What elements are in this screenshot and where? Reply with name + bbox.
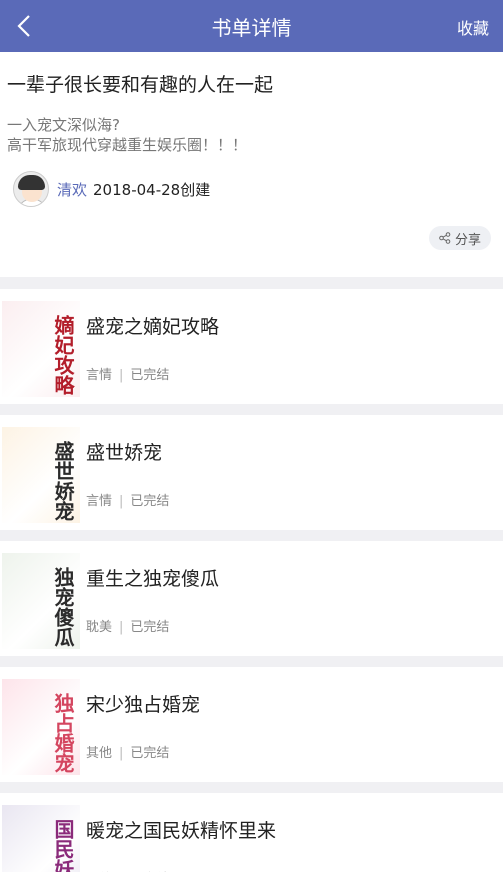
meta-divider: |	[119, 368, 124, 383]
book-cover[interactable]: 盛世娇宠	[2, 427, 80, 523]
book-title[interactable]: 盛世娇宠	[86, 438, 162, 465]
chevron-left-icon	[17, 15, 30, 37]
created-date: 2018-04-28创建	[93, 180, 211, 199]
book-meta: 其他 | 已完结	[86, 742, 169, 761]
app-header: 书单详情 收藏	[0, 0, 503, 52]
book-meta: 言情 | 已完结	[86, 364, 169, 383]
book-item[interactable]: 盛世娇宠 盛世娇宠 言情 | 已完结	[0, 415, 503, 530]
meta-divider: |	[119, 746, 124, 761]
book-status: 已完结	[130, 368, 170, 383]
creator-name[interactable]: 清欢	[57, 179, 87, 200]
book-cover[interactable]: 国民妖精	[2, 805, 80, 872]
page-title: 书单详情	[211, 15, 292, 40]
booklist-description-line-2: 高干军旅现代穿越重生娱乐圈！！！	[7, 136, 248, 154]
book-cover-title: 国民妖精	[51, 819, 75, 872]
book-meta: 言情 | 已完结	[86, 490, 169, 509]
book-cover[interactable]: 嫡妃攻略	[2, 301, 80, 397]
book-item[interactable]: 独占婚宠 宋少独占婚宠其他 | 已完结	[0, 667, 503, 782]
book-genre: 耽美	[86, 620, 113, 635]
booklist-description-line-1: 一入宠文深似海?	[7, 116, 120, 134]
book-cover-title: 嫡妃攻略	[51, 315, 75, 395]
favorite-button[interactable]: 收藏	[457, 15, 489, 39]
book-status: 已完结	[130, 620, 170, 635]
book-status: 已完结	[130, 494, 170, 509]
book-title[interactable]: 重生之独宠傻瓜	[86, 564, 219, 591]
book-item[interactable]: 嫡妃攻略 盛宠之嫡妃攻略言情 | 已完结	[0, 289, 503, 404]
book-meta: 其他|已完结	[86, 868, 169, 872]
meta-divider: |	[119, 494, 124, 509]
booklist-info: 一辈子很长要和有趣的人在一起 一入宠文深似海? 高干军旅现代穿越重生娱乐圈！！！…	[0, 52, 503, 277]
share-button[interactable]: 分享	[428, 226, 491, 250]
book-cover-title: 盛世娇宠	[51, 441, 75, 521]
creator-avatar[interactable]	[13, 171, 49, 207]
booklist-title: 一辈子很长要和有趣的人在一起	[7, 74, 274, 96]
book-item[interactable]: 独宠傻瓜 重生之独宠傻瓜耽美 | 已完结	[0, 541, 503, 656]
back-button[interactable]	[10, 12, 38, 40]
meta-divider: |	[119, 620, 124, 635]
creator-row: 清欢 2018-04-28创建	[7, 171, 493, 207]
book-cover-title: 独宠傻瓜	[51, 567, 75, 647]
book-cover-title: 独占婚宠	[51, 693, 75, 773]
book-title[interactable]: 盛宠之嫡妃攻略	[86, 312, 219, 339]
book-title[interactable]: 宋少独占婚宠	[86, 690, 200, 717]
book-status: 已完结	[130, 746, 170, 761]
book-genre: 言情	[86, 368, 113, 383]
share-icon	[439, 232, 451, 244]
book-list: 嫡妃攻略 盛宠之嫡妃攻略 言情 | 已完结 盛世娇宠 盛世娇宠 言情 | 已完结 独宠傻瓜 重生之独宠…	[0, 289, 503, 872]
book-meta: 耽美 | 已完结	[86, 616, 169, 635]
share-label: 分享	[454, 232, 481, 248]
book-item[interactable]: 国民妖精暖宠之国民妖精怀里来其他|已完结	[0, 793, 503, 872]
book-genre: 其他	[86, 746, 113, 761]
book-cover[interactable]: 独占婚宠	[2, 679, 80, 775]
book-title[interactable]: 暖宠之国民妖精怀里来	[86, 816, 276, 843]
book-genre: 言情	[86, 494, 113, 509]
book-cover[interactable]: 独宠傻瓜	[2, 553, 80, 649]
